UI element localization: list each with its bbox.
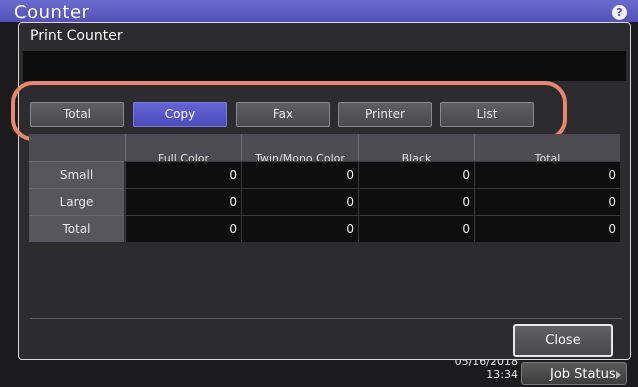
table-cell: 0 bbox=[358, 215, 474, 242]
tab-list[interactable]: List bbox=[440, 102, 534, 127]
time-text: 13:34 bbox=[486, 368, 518, 381]
tab-fax[interactable]: Fax bbox=[236, 102, 330, 127]
app-header: Counter ? bbox=[0, 0, 638, 23]
close-button[interactable]: Close bbox=[513, 324, 613, 357]
table-cell: 0 bbox=[125, 215, 241, 242]
row-label: Total bbox=[29, 215, 124, 242]
print-counter-dialog: Print Counter Total Copy Fax Printer Lis… bbox=[11, 22, 631, 360]
dialog-title: Print Counter bbox=[30, 28, 123, 44]
message-bar bbox=[23, 51, 626, 81]
table-corner bbox=[29, 134, 125, 161]
divider bbox=[30, 318, 622, 319]
tab-total[interactable]: Total bbox=[30, 102, 124, 127]
table-cell: 0 bbox=[241, 161, 358, 188]
table-cell: 0 bbox=[474, 215, 620, 242]
column-header: Total bbox=[474, 134, 620, 161]
datetime: 05/16/2018 13:34 bbox=[440, 360, 518, 384]
column-header: Full Color bbox=[125, 134, 241, 161]
table-cell: 0 bbox=[241, 215, 358, 242]
help-icon[interactable]: ? bbox=[612, 5, 627, 20]
chevron-right-icon bbox=[616, 371, 621, 379]
column-header: Twin/Mono Color bbox=[241, 134, 358, 161]
table-cell: 0 bbox=[125, 161, 241, 188]
tab-copy[interactable]: Copy bbox=[133, 102, 227, 127]
table-cell: 0 bbox=[358, 161, 474, 188]
table-cell: 0 bbox=[474, 188, 620, 215]
app-title: Counter bbox=[14, 2, 90, 23]
screen: Counter ? 05/16/2018 13:34 Job Status Pr… bbox=[0, 0, 638, 387]
table-cell: 0 bbox=[241, 188, 358, 215]
table-cell: 0 bbox=[125, 188, 241, 215]
job-status-button[interactable]: Job Status bbox=[521, 362, 627, 385]
column-header: Black bbox=[358, 134, 474, 161]
job-status-label: Job Status bbox=[550, 367, 616, 382]
row-label: Small bbox=[29, 161, 124, 188]
table-cell: 0 bbox=[474, 161, 620, 188]
table-cell: 0 bbox=[358, 188, 474, 215]
row-label: Large bbox=[29, 188, 124, 215]
tab-printer[interactable]: Printer bbox=[338, 102, 432, 127]
